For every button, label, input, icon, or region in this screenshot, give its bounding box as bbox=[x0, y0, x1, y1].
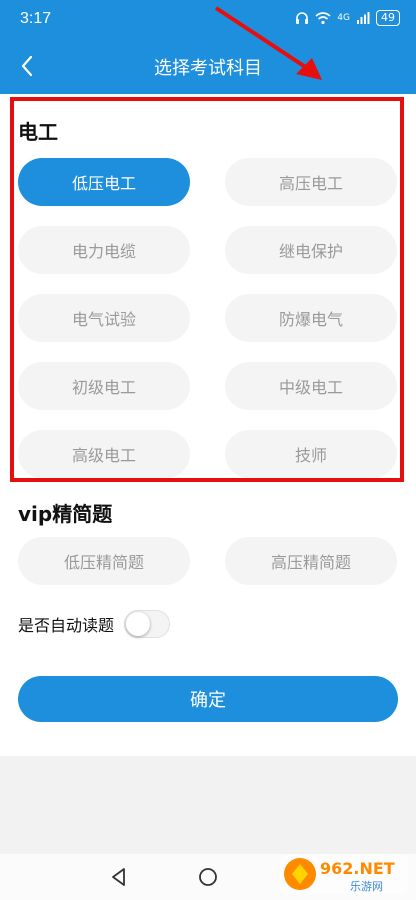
highlight-box bbox=[10, 97, 404, 482]
status-bar: 3:17 4G 49 bbox=[0, 0, 416, 38]
auto-read-toggle[interactable] bbox=[124, 610, 171, 638]
subject-high-voltage-simplified[interactable]: 高压精简题 bbox=[225, 537, 397, 585]
status-time: 3:17 bbox=[20, 10, 52, 27]
app-header: 选择考试科目 bbox=[0, 38, 416, 94]
bottom-blank-area bbox=[0, 756, 416, 854]
subject-low-voltage-simplified[interactable]: 低压精简题 bbox=[18, 537, 190, 585]
battery-indicator: 49 bbox=[376, 10, 400, 26]
subject-senior-electrician[interactable]: 高级电工 bbox=[18, 430, 190, 478]
subject-intermediate-electrician[interactable]: 中级电工 bbox=[225, 362, 397, 410]
subject-high-voltage[interactable]: 高压电工 bbox=[225, 158, 397, 206]
nav-back-icon[interactable] bbox=[108, 866, 130, 888]
svg-text:962.NET: 962.NET bbox=[320, 859, 395, 878]
auto-read-row: 是否自动读题 bbox=[18, 610, 171, 638]
auto-read-label: 是否自动读题 bbox=[18, 616, 115, 635]
headphone-icon bbox=[296, 12, 309, 24]
nav-home-icon[interactable] bbox=[197, 866, 219, 888]
wifi-icon bbox=[315, 12, 331, 25]
subject-electrical-test[interactable]: 电气试验 bbox=[18, 294, 190, 342]
subject-technician[interactable]: 技师 bbox=[225, 430, 397, 478]
watermark-logo: 962.NET 乐游网 bbox=[280, 854, 408, 894]
subject-relay-protection[interactable]: 继电保护 bbox=[225, 226, 397, 274]
confirm-button[interactable]: 确定 bbox=[18, 676, 398, 722]
section-title-electrician: 电工 bbox=[18, 120, 58, 144]
page-title: 选择考试科目 bbox=[154, 58, 262, 79]
subject-junior-electrician[interactable]: 初级电工 bbox=[18, 362, 190, 410]
network-type: 4G bbox=[337, 13, 350, 23]
section-title-vip: vip精简题 bbox=[18, 502, 113, 526]
subject-low-voltage[interactable]: 低压电工 bbox=[18, 158, 190, 206]
svg-text:乐游网: 乐游网 bbox=[350, 880, 383, 893]
subject-power-cable[interactable]: 电力电缆 bbox=[18, 226, 190, 274]
subject-explosion-proof[interactable]: 防爆电气 bbox=[225, 294, 397, 342]
status-icons: 4G 49 bbox=[295, 10, 400, 26]
signal-icon bbox=[357, 12, 370, 24]
toggle-knob bbox=[126, 612, 151, 636]
